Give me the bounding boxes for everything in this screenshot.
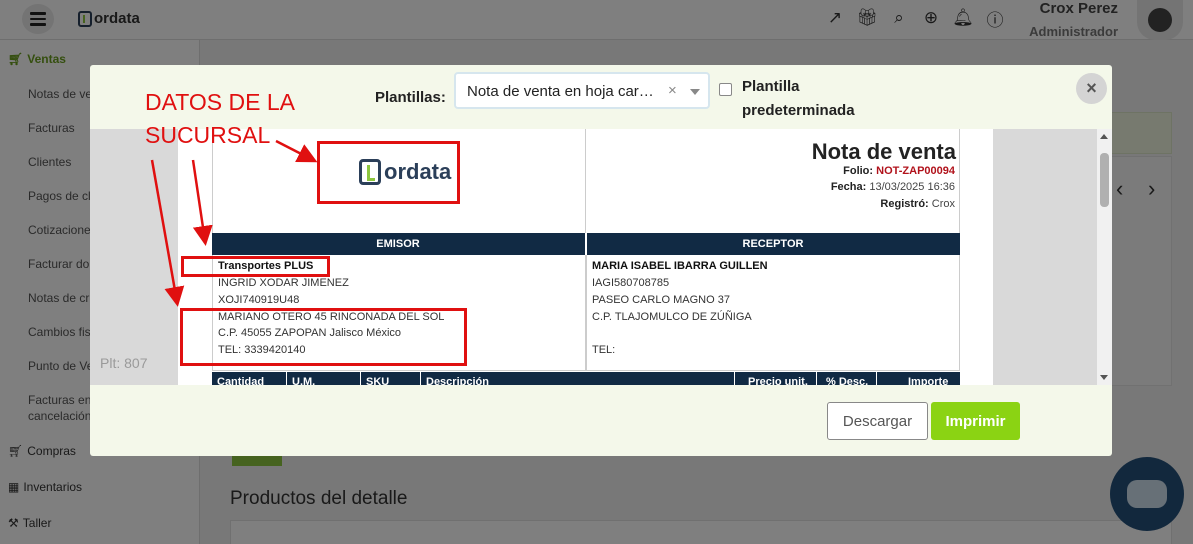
receptor-rfc: IAGI580708785 xyxy=(592,277,670,289)
annotation-text: DATOS DE LA SUCURSAL xyxy=(145,86,295,152)
registro-row: Registró: Crox xyxy=(880,198,955,210)
col-descuento: % Desc. xyxy=(826,376,869,385)
emisor-contact: INGRID XODAR JIMENEZ xyxy=(218,277,349,289)
viewer-label: Plt: 807 xyxy=(100,355,148,371)
fecha-value: 13/03/2025 16:36 xyxy=(869,181,955,193)
col-cantidad: Cantidad xyxy=(217,376,265,385)
receptor-tel: TEL: xyxy=(592,344,616,356)
folio-row: Folio: NOT-ZAP00094 xyxy=(843,165,955,177)
receptor-header: RECEPTOR xyxy=(742,238,804,250)
viewer-scrollbar[interactable] xyxy=(1097,129,1112,385)
receptor-name: MARIA ISABEL IBARRA GUILLEN xyxy=(592,260,768,272)
scroll-up-icon xyxy=(1100,134,1108,139)
items-table-header: Cantidad U.M. SKU Descripción Precio uni… xyxy=(212,372,960,385)
folio-label: Folio: xyxy=(843,165,874,177)
highlight-branch-name-box xyxy=(181,256,330,277)
annotation-line: DATOS DE LA xyxy=(145,89,295,115)
scroll-thumb xyxy=(1100,153,1109,207)
col-um: U.M. xyxy=(292,376,316,385)
registro-label: Registró: xyxy=(880,198,929,210)
emisor-header: EMISOR xyxy=(376,238,420,250)
modal-footer: Descargar Imprimir xyxy=(90,385,1112,456)
scroll-down-icon xyxy=(1100,375,1108,380)
registro-value: Crox xyxy=(931,198,955,210)
document-title: Nota de venta xyxy=(811,139,956,164)
emisor-rfc: XOJI740919U48 xyxy=(218,294,300,306)
fecha-label: Fecha: xyxy=(830,181,867,193)
fecha-row: Fecha: 13/03/2025 16:36 xyxy=(831,181,955,193)
template-select-value: Nota de venta en hoja car… xyxy=(467,83,654,100)
print-button[interactable]: Imprimir xyxy=(931,402,1020,440)
highlight-logo-box xyxy=(317,141,460,204)
chevron-down-icon[interactable] xyxy=(690,89,700,95)
clear-icon[interactable]: × xyxy=(668,82,677,99)
col-sku: SKU xyxy=(366,376,390,385)
templates-label: Plantillas: xyxy=(375,89,446,106)
receptor-cp: C.P. TLAJOMULCO DE ZÚÑIGA xyxy=(592,311,752,323)
col-precio: Precio unit. xyxy=(748,376,808,385)
default-template-label[interactable]: Plantilla predeterminada xyxy=(742,75,902,123)
template-select[interactable]: Nota de venta en hoja car… × xyxy=(454,72,710,109)
highlight-address-box xyxy=(180,308,467,366)
download-button[interactable]: Descargar xyxy=(827,402,928,440)
parties-header: EMISOR RECEPTOR xyxy=(212,233,960,255)
receptor-address: PASEO CARLO MAGNO 37 xyxy=(592,294,730,306)
col-descripcion: Descripción xyxy=(426,376,489,385)
receptor-block: MARIA ISABEL IBARRA GUILLEN IAGI58070878… xyxy=(586,255,960,371)
close-button[interactable]: × xyxy=(1076,73,1107,104)
folio-value: NOT-ZAP00094 xyxy=(876,165,955,177)
annotation-line: SUCURSAL xyxy=(145,122,271,148)
default-template-checkbox[interactable] xyxy=(719,83,732,96)
col-importe: Importe xyxy=(908,376,949,385)
